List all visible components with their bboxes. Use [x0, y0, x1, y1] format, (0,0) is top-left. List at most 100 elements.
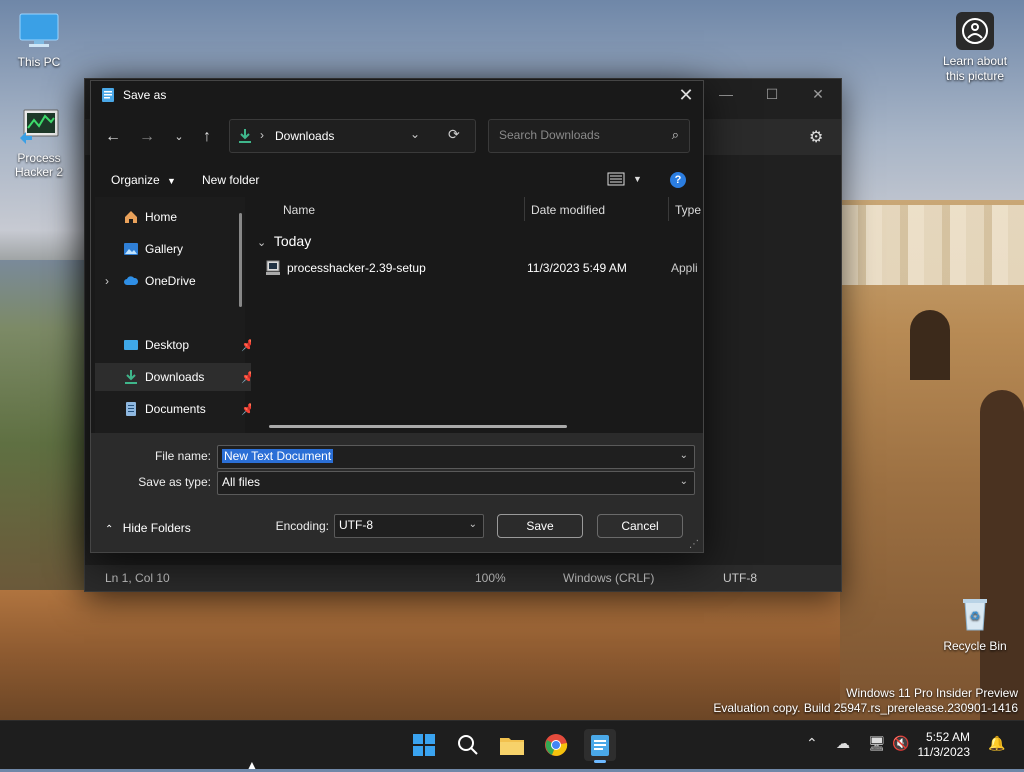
nav-item-downloads[interactable]: Downloads 📌: [95, 363, 263, 391]
nav-item-desktop[interactable]: Desktop 📌: [95, 331, 263, 359]
back-arrow-icon[interactable]: ←: [103, 127, 123, 147]
cloud-offline-icon[interactable]: ☁: [836, 735, 850, 752]
downloads-icon: [239, 129, 251, 143]
save-type-select[interactable]: All files ⌄: [217, 471, 695, 495]
status-zoom[interactable]: 100%: [475, 571, 506, 585]
search-box[interactable]: ⌕: [488, 119, 690, 153]
chevron-up-icon: ⌃: [105, 524, 114, 535]
search-icon[interactable]: ⌕: [672, 127, 679, 143]
close-icon[interactable]: ✕: [795, 79, 841, 109]
command-bar: Organize ▼ New folder ▼ ?: [91, 165, 703, 195]
collapse-chevron-icon: ⌄: [257, 237, 267, 249]
search-button[interactable]: [452, 729, 484, 761]
encoding-select[interactable]: UTF-8 ⌄: [334, 514, 484, 538]
notification-bell-icon[interactable]: 🔔: [988, 735, 1005, 752]
nav-pane-scrollbar[interactable]: [239, 213, 242, 307]
file-list-horizontal-scrollbar[interactable]: [269, 425, 567, 428]
recycle-bin-icon: ♻: [963, 599, 987, 631]
address-dropdown-chevron-icon[interactable]: ⌄: [410, 127, 420, 141]
view-options-icon[interactable]: [607, 172, 625, 186]
folder-icon: [500, 738, 524, 755]
wallpaper-town: [840, 205, 1024, 285]
encoding-label: Encoding:: [275, 519, 329, 533]
file-name-value[interactable]: New Text Document: [222, 449, 334, 463]
forward-arrow-icon[interactable]: →: [137, 127, 157, 147]
hide-folders-button[interactable]: ⌃ Hide Folders: [105, 521, 191, 535]
resize-grip-icon[interactable]: ⋰: [689, 539, 699, 550]
cancel-button[interactable]: Cancel: [597, 514, 683, 538]
save-as-dialog: Save as ✕ ← → ⌄ ↑ › Downloads ⌄ ⟳ ⌕ Orga…: [90, 80, 704, 553]
home-icon: [125, 211, 137, 223]
taskbar-chrome[interactable]: [540, 729, 572, 761]
column-separator[interactable]: [524, 197, 525, 221]
expand-chevron-icon[interactable]: ›: [105, 274, 123, 288]
watermark-build: Evaluation copy. Build 25947.rs_prerelea…: [713, 701, 1018, 715]
volume-muted-icon[interactable]: 🔇: [892, 735, 909, 752]
chevron-down-icon[interactable]: ⌄: [469, 519, 477, 530]
column-header-date[interactable]: Date modified: [531, 203, 605, 217]
help-icon[interactable]: ?: [670, 172, 686, 188]
nav-item-home[interactable]: Home: [95, 203, 263, 231]
up-arrow-icon[interactable]: ↑: [197, 127, 217, 147]
save-options-panel: File name: New Text Document ⌄ Save as t…: [91, 433, 703, 552]
system-clock[interactable]: 5:52 AM 11/3/2023: [918, 730, 971, 760]
active-indicator: [594, 760, 606, 763]
nav-item-label: Documents: [145, 402, 206, 416]
column-separator[interactable]: [668, 197, 669, 221]
status-encoding[interactable]: UTF-8: [723, 571, 757, 585]
chevron-down-icon[interactable]: ⌄: [680, 450, 688, 461]
dialog-close-button[interactable]: ✕: [669, 81, 703, 109]
desktop-folder-icon: [124, 340, 138, 350]
view-chevron-down-icon[interactable]: ▼: [633, 174, 642, 184]
group-label: Today: [273, 233, 312, 249]
installer-file-icon: [266, 260, 280, 275]
file-row[interactable]: processhacker-2.39-setup 11/3/2023 5:49 …: [265, 257, 701, 279]
taskbar-file-explorer[interactable]: [496, 729, 528, 761]
column-header-name[interactable]: Name: [283, 203, 315, 217]
notepad-icon: [102, 88, 114, 102]
desktop-icon-recycle-bin[interactable]: ♻ Recycle Bin: [940, 596, 1010, 653]
clock-date: 11/3/2023: [917, 745, 971, 759]
breadcrumb-chevron-icon: ›: [260, 128, 264, 142]
camera-info-icon: [956, 12, 994, 50]
file-name-field[interactable]: New Text Document ⌄: [217, 445, 695, 469]
nav-item-onedrive[interactable]: › OneDrive: [95, 267, 245, 295]
status-line-ending[interactable]: Windows (CRLF): [563, 571, 654, 585]
gear-icon[interactable]: ⚙: [809, 127, 827, 146]
downloads-folder-icon: [125, 370, 137, 384]
process-hacker-icon: [20, 109, 59, 144]
refresh-icon[interactable]: ⟳: [448, 126, 460, 143]
save-button[interactable]: Save: [497, 514, 583, 538]
chevron-down-icon: ▼: [167, 176, 176, 186]
nav-item-label: Downloads: [145, 370, 205, 384]
address-bar[interactable]: › Downloads ⌄ ⟳: [229, 119, 476, 153]
navigation-pane: Home Gallery › OneDrive Desktop 📌 Downlo…: [95, 197, 263, 433]
organize-button[interactable]: Organize ▼: [111, 173, 176, 187]
network-icon[interactable]: 🖥: [868, 735, 886, 752]
group-header-today[interactable]: ⌄ Today: [257, 233, 311, 249]
new-folder-button[interactable]: New folder: [202, 173, 259, 187]
column-header-type[interactable]: Type: [675, 203, 701, 217]
desktop-icon-label: This PC: [17, 55, 61, 69]
encoding-value: UTF-8: [339, 518, 373, 532]
start-button[interactable]: [408, 729, 440, 761]
maximize-icon[interactable]: ☐: [749, 79, 795, 109]
nav-item-label: Desktop: [145, 338, 190, 352]
chevron-down-icon[interactable]: ⌄: [680, 476, 688, 487]
search-input[interactable]: [497, 127, 661, 143]
tray-overflow-chevron-icon[interactable]: ⌃: [806, 735, 818, 752]
learn-about-picture[interactable]: Learn about this picture: [938, 12, 1012, 84]
address-path[interactable]: Downloads: [275, 129, 334, 143]
monitor-icon: [19, 13, 59, 47]
organize-label: Organize: [111, 173, 160, 187]
recent-locations-chevron-icon[interactable]: ⌄: [169, 127, 189, 147]
desktop-icon-process-hacker[interactable]: Process Hacker 2: [4, 108, 74, 179]
minimize-icon[interactable]: —: [703, 79, 749, 109]
navigation-bar: ← → ⌄ ↑ › Downloads ⌄ ⟳ ⌕: [91, 117, 703, 157]
taskbar-notepad[interactable]: [584, 729, 616, 763]
desktop-icon-label: Recycle Bin: [943, 639, 1007, 653]
windows-watermark: Windows 11 Pro Insider Preview Evaluatio…: [713, 686, 1018, 716]
desktop-icon-this-pc[interactable]: This PC: [4, 12, 74, 69]
nav-item-gallery[interactable]: Gallery: [95, 235, 263, 263]
nav-item-documents[interactable]: Documents 📌: [95, 395, 263, 423]
